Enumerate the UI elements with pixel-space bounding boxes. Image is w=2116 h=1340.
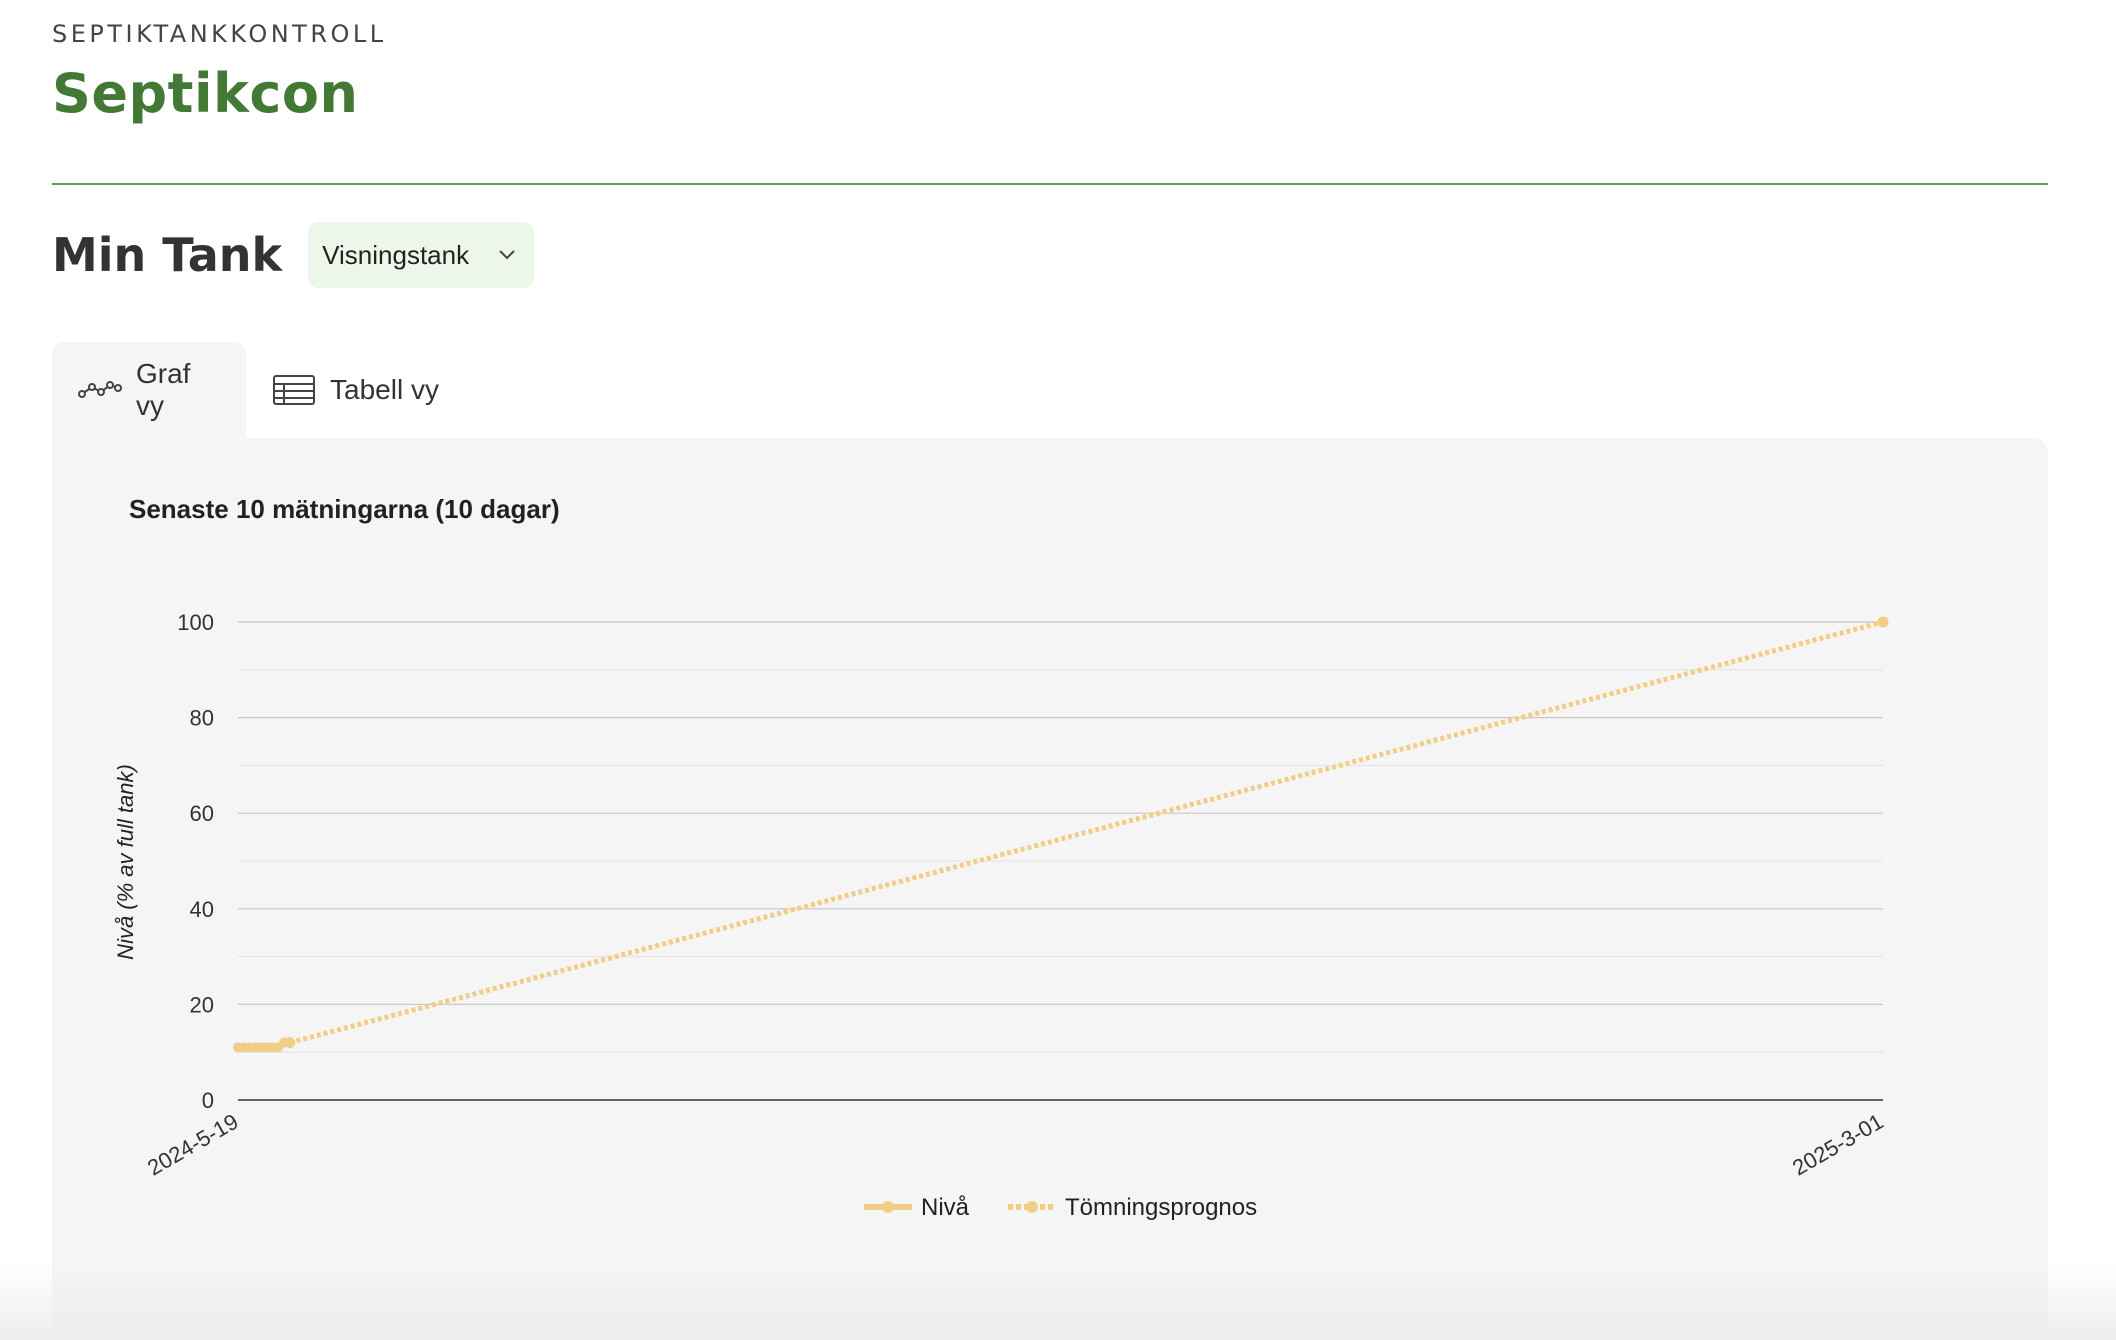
data-point-forecast: [284, 1037, 296, 1049]
x-tick-label: 2024-5-19: [143, 1109, 242, 1181]
x-tick-label: 2025-3-01: [1788, 1109, 1887, 1181]
y-tick-label: 0: [202, 1088, 214, 1113]
y-tick-label: 60: [190, 801, 214, 826]
y-tick-label: 80: [190, 706, 214, 731]
series-line-forecast: [289, 619, 1884, 1046]
legend-label: Tömningsprognos: [1065, 1194, 1257, 1221]
y-axis-label: Nivå (% av full tank): [113, 764, 138, 960]
legend-swatch-point: [1026, 1201, 1038, 1213]
legend-swatch-point: [882, 1201, 894, 1213]
y-tick-label: 20: [190, 992, 214, 1017]
y-tick-label: 100: [177, 610, 214, 635]
legend-label: Nivå: [921, 1194, 970, 1221]
y-tick-label: 40: [190, 897, 214, 922]
level-chart: 0 20 40 60 80 100 Nivå (% av full tank) 2024-5-…: [113, 610, 1889, 1221]
data-point-forecast: [1877, 616, 1889, 628]
